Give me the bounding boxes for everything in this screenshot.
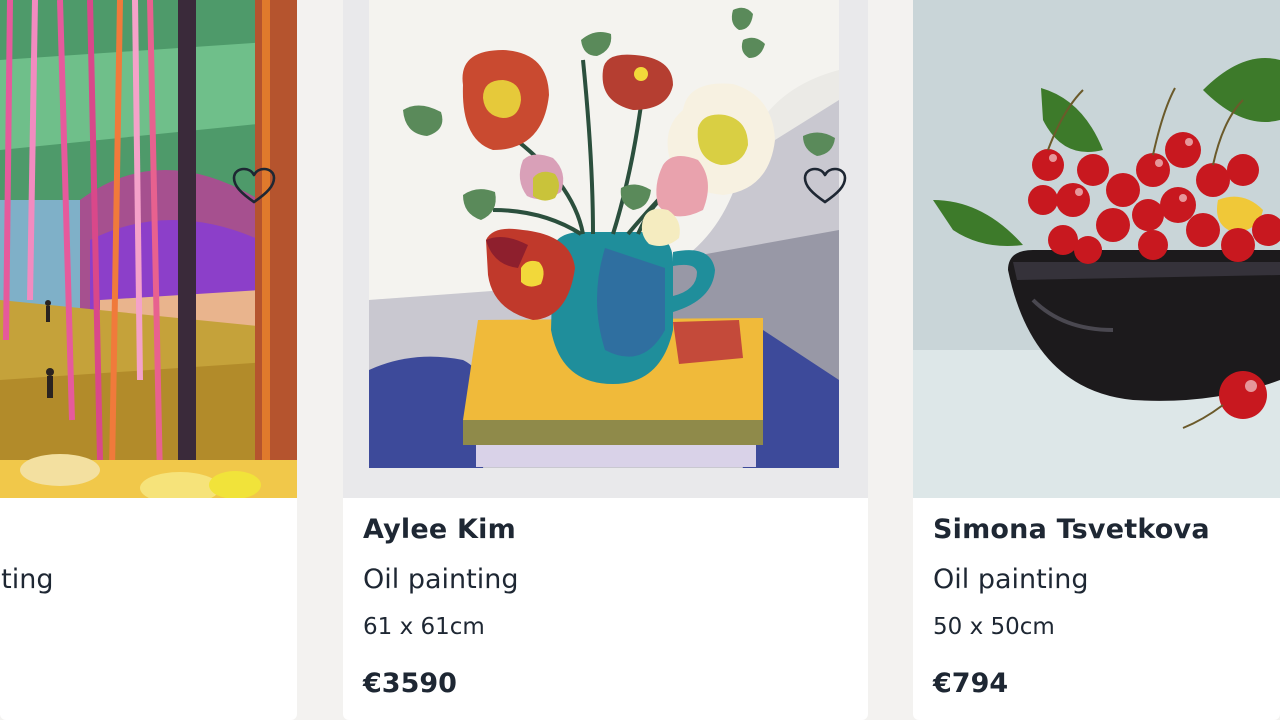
artwork-card[interactable]: Aylee Kim Oil painting 61 x 61cm €3590 [343,0,868,720]
artwork-medium: Oil painting [933,564,1089,595]
artwork-image[interactable] [913,0,1280,498]
artwork-size: 50 x 50cm [933,614,1055,640]
heart-icon[interactable] [802,166,848,206]
artwork-size: 61 x 61cm [363,614,485,640]
artwork-medium: Oil painting [363,564,519,595]
artwork-image[interactable] [343,0,868,498]
artwork-price: €3590 [363,668,457,699]
artist-name[interactable]: Aylee Kim [363,514,516,545]
heart-icon[interactable] [231,166,277,206]
artwork-card[interactable]: a ainting [0,0,297,720]
artwork-card[interactable]: Simona Tsvetkova Oil painting 50 x 50cm … [913,0,1280,720]
artwork-medium: ainting [0,564,54,595]
artwork-image[interactable] [0,0,297,498]
artist-name[interactable]: Simona Tsvetkova [933,514,1210,545]
artwork-price: €794 [933,668,1009,699]
